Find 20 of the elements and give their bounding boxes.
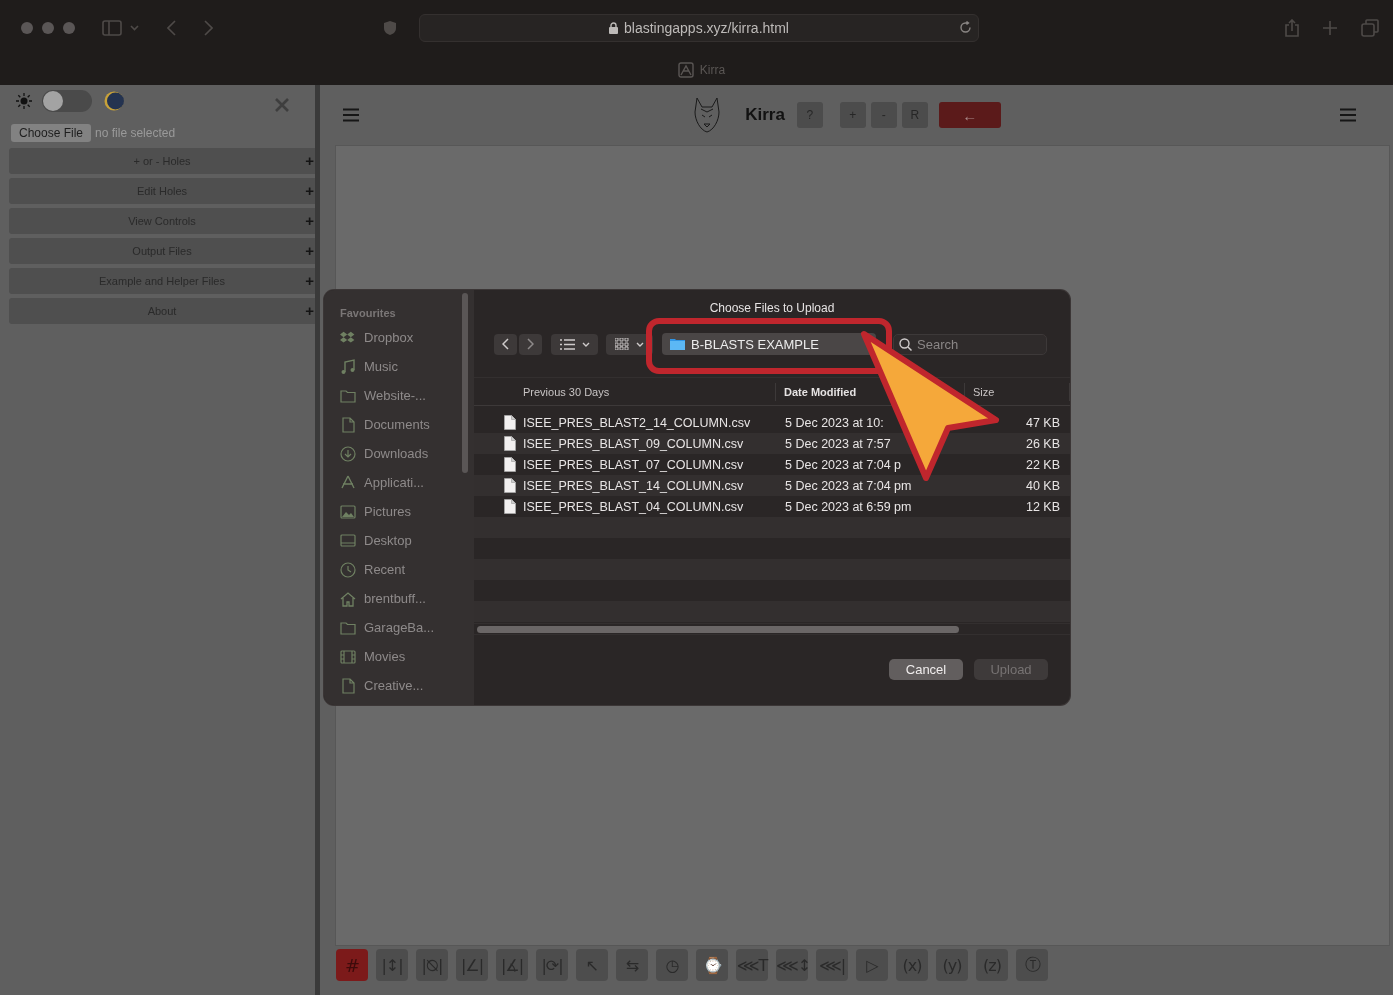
file-status: no file selected — [95, 126, 176, 140]
expand-icon: + — [305, 272, 314, 289]
table-cell-text: 12 KB — [1024, 499, 1061, 514]
table-cell-text: 47 KB — [1024, 415, 1061, 430]
expand-icon: + — [305, 182, 314, 199]
table-cell-text: 5 Dec 2023 at 10: — [784, 415, 885, 430]
table-cell-text: 5 Dec 2023 at 6:59 pm — [784, 499, 913, 514]
expand-icon: + — [305, 242, 314, 259]
table-cell-text: 40 KB — [1024, 478, 1061, 493]
section-heading: Favourites — [340, 307, 397, 319]
expand-icon: + — [305, 302, 314, 319]
table-cell-text: 5 Dec 2023 at 7:57 — [784, 436, 892, 451]
table-cell-text: 5 Dec 2023 at 7:04 p — [784, 457, 903, 472]
dialog-title: Choose Files to Upload — [708, 301, 836, 315]
table-cell-text: 26 KB — [1024, 436, 1061, 451]
expand-icon: + — [305, 212, 314, 229]
app-title: Kirra — [745, 105, 785, 125]
expand-icon: + — [305, 152, 314, 169]
table-cell-text: 5 Dec 2023 at 7:04 pm — [784, 478, 913, 493]
table-cell-text: 22 KB — [1024, 457, 1061, 472]
